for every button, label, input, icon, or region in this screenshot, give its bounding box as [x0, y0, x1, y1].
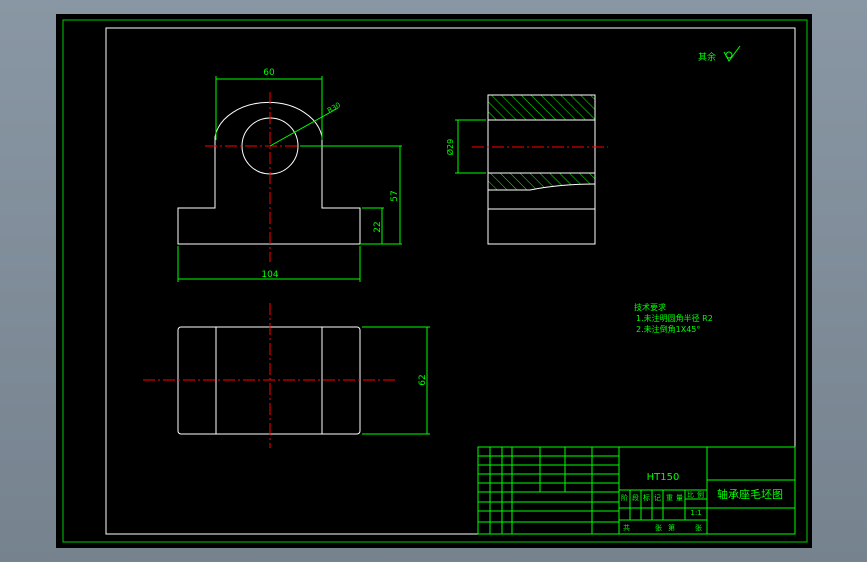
dim-height-57: 57 [390, 190, 400, 201]
svg-text:量: 量 [676, 494, 683, 502]
tech-req-item-2: 2.未注倒角1X45° [636, 324, 700, 334]
svg-text:比: 比 [687, 490, 694, 499]
svg-text:重: 重 [666, 494, 673, 502]
dim-height-22: 22 [373, 221, 383, 232]
tech-req-title: 技术要求 [634, 302, 666, 312]
svg-text:段: 段 [632, 493, 639, 502]
dim-depth-62: 62 [418, 374, 428, 385]
drawing-name: 轴承座毛坯图 [717, 487, 783, 501]
dim-top-width: 60 [263, 68, 275, 78]
dim-base-width: 104 [261, 270, 278, 280]
svg-text:阶: 阶 [621, 493, 628, 502]
svg-text:记: 记 [654, 494, 661, 502]
tech-req-item-1: 1.未注明圆角半径 R2 [636, 313, 713, 323]
cad-drawing: 60 R30 57 22 104 Ø29 62 其余 技术要求 1.未注明圆角半… [56, 14, 812, 548]
svg-text:张: 张 [695, 523, 702, 532]
svg-text:标: 标 [643, 493, 650, 502]
dim-bore-dia: Ø29 [445, 139, 455, 155]
svg-text:张: 张 [655, 523, 662, 532]
material-label: HT150 [647, 472, 680, 483]
roughness-note: 其余 [698, 51, 716, 63]
scale-value: 1:1 [690, 509, 701, 517]
svg-text:第: 第 [668, 523, 675, 532]
hatch-top [488, 95, 595, 120]
svg-text:共: 共 [623, 523, 630, 532]
svg-text:例: 例 [697, 490, 704, 499]
sheet-background [56, 14, 812, 548]
